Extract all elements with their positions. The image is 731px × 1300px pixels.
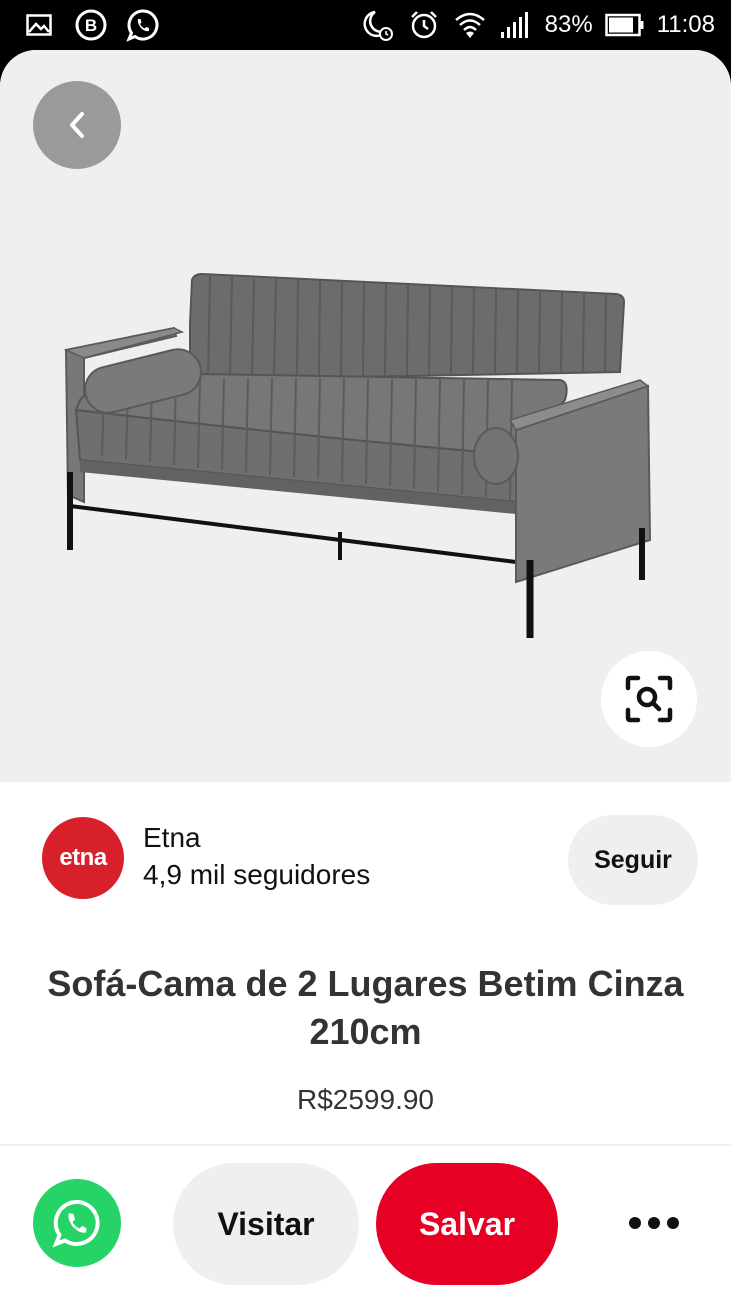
whatsapp-share-button[interactable] (33, 1179, 121, 1267)
more-options-button[interactable] (614, 1193, 694, 1253)
more-icon-dot (667, 1217, 679, 1229)
more-icon (629, 1217, 641, 1229)
divider (0, 1144, 731, 1146)
follow-button[interactable]: Seguir (568, 815, 698, 905)
status-bar: B 83% 11:08 (0, 0, 731, 50)
status-bar-right: 83% 11:08 (361, 8, 715, 42)
whatsapp-icon (52, 1199, 100, 1248)
pin-detail-screen: etna Etna 4,9 mil seguidores Seguir Sofá… (0, 50, 731, 1300)
creator-avatar[interactable]: etna (42, 817, 124, 899)
more-icon-dot (648, 1217, 660, 1229)
product-image (63, 272, 652, 638)
b-app-icon: B (74, 8, 108, 42)
avatar-logo-text: etna (59, 844, 107, 871)
night-mode-alarm-icon (361, 8, 395, 42)
creator-followers: 4,9 mil seguidores (143, 859, 371, 890)
pin-image-area[interactable] (0, 50, 731, 782)
back-icon (70, 112, 84, 138)
svg-text:B: B (85, 16, 97, 35)
visual-search-button[interactable] (601, 651, 697, 747)
back-button[interactable] (33, 81, 121, 169)
pin-price: R$2599.90 (296, 1084, 434, 1115)
visit-button[interactable]: Visitar (173, 1163, 359, 1285)
alarm-clock-icon (407, 8, 441, 42)
wifi-icon (453, 8, 487, 42)
clock: 11:08 (656, 11, 715, 38)
save-button[interactable]: Salvar (376, 1163, 558, 1285)
battery-icon (604, 8, 645, 42)
pin-title: Sofá-Cama de 2 Lugares Betim Cinza 210cm (47, 963, 684, 1052)
visual-search-icon (625, 675, 673, 723)
creator-row: etna Etna 4,9 mil seguidores Seguir (0, 812, 731, 912)
creator-name[interactable]: Etna (143, 822, 201, 854)
whatsapp-notification-icon (126, 8, 160, 42)
status-bar-left: B (22, 8, 160, 42)
battery-percent: 83% (544, 11, 593, 38)
signal-icon (499, 8, 533, 42)
image-notification-icon (22, 8, 56, 42)
